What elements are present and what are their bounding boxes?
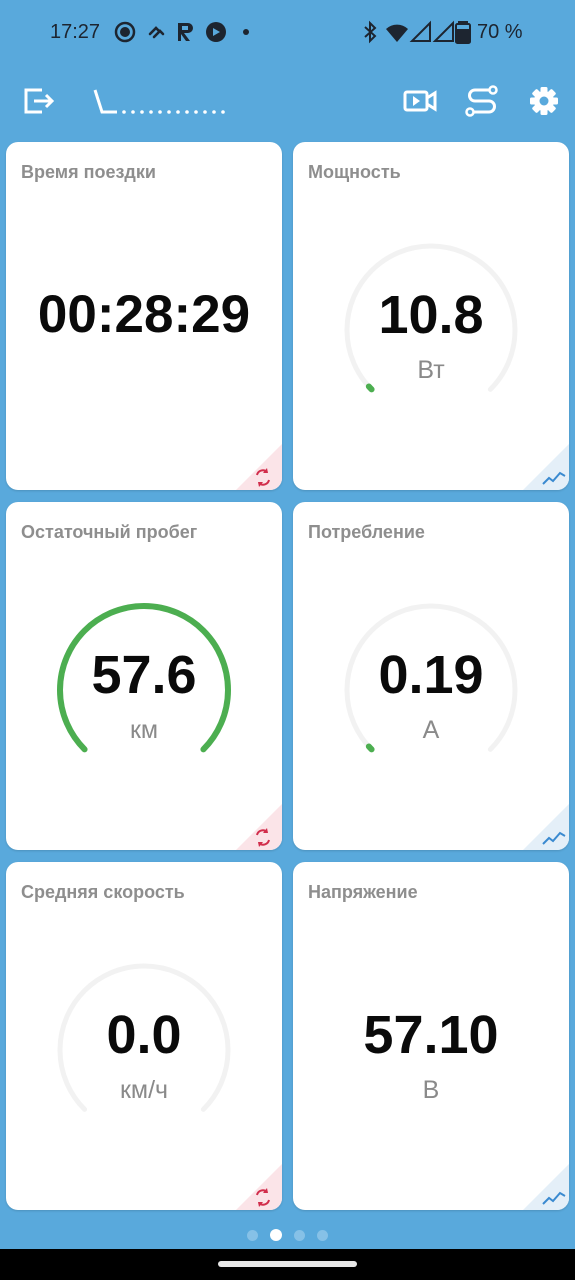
tile-value: 00:28:29 bbox=[37, 285, 251, 344]
page-indicator bbox=[0, 1226, 575, 1244]
trend-chart-icon[interactable] bbox=[523, 444, 569, 490]
nfc-tag-icon bbox=[148, 26, 165, 39]
tile-unit: Вт bbox=[417, 356, 445, 384]
status-bar: 17:27 70 % bbox=[0, 0, 575, 66]
dot-icon bbox=[243, 29, 249, 35]
status-time: 17:27 bbox=[50, 21, 101, 43]
refresh-icon[interactable] bbox=[236, 1164, 282, 1210]
route-icon[interactable] bbox=[464, 84, 500, 118]
title-logo bbox=[93, 89, 225, 114]
tile-unit: км bbox=[129, 716, 159, 744]
tile-unit: В bbox=[422, 1076, 440, 1104]
tile-label: Время поездки bbox=[21, 162, 156, 182]
exit-icon[interactable] bbox=[20, 84, 56, 118]
battery-icon bbox=[455, 21, 471, 44]
toolbar bbox=[0, 66, 575, 136]
trend-chart-icon[interactable] bbox=[523, 804, 569, 850]
refresh-icon[interactable] bbox=[236, 444, 282, 490]
home-handle[interactable] bbox=[218, 1261, 357, 1267]
tile-label: Напряжение bbox=[308, 882, 418, 902]
bluetooth-icon bbox=[364, 20, 377, 44]
signal-icon bbox=[432, 20, 454, 42]
tile-average-speed[interactable]: Средняя скорость 0.0 км/ч bbox=[6, 862, 282, 1210]
battery-percent: 70 % bbox=[477, 21, 523, 43]
tile-value: 57.10 bbox=[363, 1005, 499, 1065]
tile-unit: км/ч bbox=[119, 1076, 169, 1104]
tile-value: 10.8 bbox=[378, 285, 484, 345]
page-dot-active[interactable] bbox=[270, 1229, 282, 1241]
tile-value: 57.6 bbox=[91, 645, 197, 705]
media-icon bbox=[206, 22, 226, 42]
gauge-fill bbox=[365, 383, 375, 393]
app-r-icon bbox=[178, 23, 193, 41]
signal-icon bbox=[409, 20, 431, 42]
page-dot[interactable] bbox=[247, 1230, 258, 1241]
tile-unit: А bbox=[422, 716, 440, 744]
camera-dot-icon bbox=[114, 21, 136, 43]
tile-value: 0.19 bbox=[378, 645, 484, 705]
gauge-fill bbox=[365, 743, 375, 753]
page-dot[interactable] bbox=[294, 1230, 305, 1241]
refresh-icon[interactable] bbox=[236, 804, 282, 850]
tile-power[interactable]: Мощность 10.8 Вт bbox=[293, 142, 569, 490]
trend-chart-icon[interactable] bbox=[523, 1164, 569, 1210]
gear-icon[interactable] bbox=[526, 84, 562, 118]
video-camera-icon[interactable] bbox=[402, 84, 438, 118]
tile-consumption[interactable]: Потребление 0.19 А bbox=[293, 502, 569, 850]
wifi-icon bbox=[386, 24, 408, 42]
tile-trip-time[interactable]: Время поездки 00:28:29 bbox=[6, 142, 282, 490]
tile-value: 0.0 bbox=[106, 1005, 182, 1065]
tile-voltage[interactable]: Напряжение 57.10 В bbox=[293, 862, 569, 1210]
page-dot[interactable] bbox=[317, 1230, 328, 1241]
system-nav-bar bbox=[0, 1249, 575, 1280]
tile-remaining-range[interactable]: Остаточный пробег 57.6 км bbox=[6, 502, 282, 850]
